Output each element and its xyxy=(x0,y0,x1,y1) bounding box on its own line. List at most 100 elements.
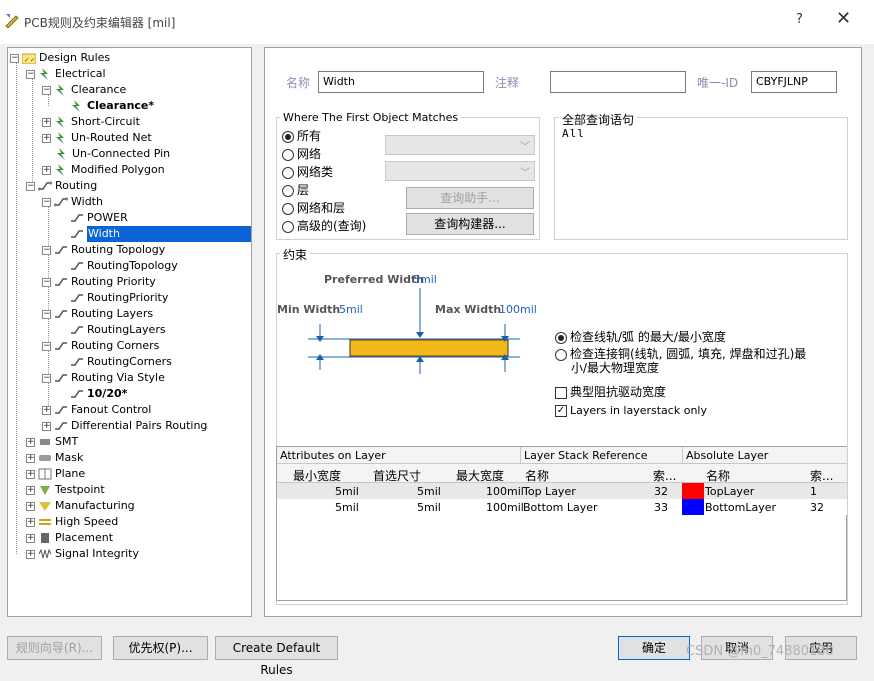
expand-icon[interactable]: + xyxy=(26,549,35,559)
tree-item-design-rules[interactable]: − ✓✓ Design Rules xyxy=(10,50,110,66)
impedance-driven-checkbox[interactable]: 典型阻抗驱动宽度 xyxy=(555,383,666,400)
tree-item-routing-via-style[interactable]: − Routing Via Style xyxy=(42,370,165,386)
tree-item-routing-priority-rule[interactable]: RoutingPriority xyxy=(70,290,168,306)
net-select[interactable]: ﹀ xyxy=(385,135,535,155)
expand-icon[interactable]: + xyxy=(42,421,51,431)
tree-item-routing-topology[interactable]: − Routing Topology xyxy=(42,242,165,258)
col-header-abs-name[interactable]: 名称 xyxy=(706,467,730,484)
priorities-button[interactable]: 优先权(P)... xyxy=(113,636,208,660)
expand-icon[interactable]: + xyxy=(42,165,51,175)
preferred-width-value[interactable]: 5mil xyxy=(413,273,437,286)
tree-item-electrical[interactable]: − Electrical xyxy=(26,66,106,82)
layers-in-stack-checkbox[interactable]: ✓ Layers in layerstack only xyxy=(555,404,707,417)
cell-preferred[interactable]: 5mil xyxy=(417,501,441,514)
tree-item-clearance-rule[interactable]: Clearance* xyxy=(70,98,154,114)
name-field[interactable]: Width xyxy=(318,71,484,93)
col-header-max-width[interactable]: 最大宽度 xyxy=(456,467,504,484)
col-header-min-width[interactable]: 最小宽度 xyxy=(293,467,341,484)
cell-max-width[interactable]: 100mil xyxy=(486,501,524,514)
ok-button[interactable]: 确定 xyxy=(618,636,690,660)
tree-item-un-connected-pin[interactable]: Un-Connected Pin xyxy=(55,146,170,162)
create-default-rules-button[interactable]: Create Default Rules xyxy=(215,636,338,677)
expand-icon[interactable]: + xyxy=(26,501,35,511)
match-option-layer[interactable]: 层 xyxy=(282,181,309,198)
collapse-icon[interactable]: − xyxy=(42,85,51,95)
match-option-net[interactable]: 网络 xyxy=(282,145,321,162)
query-helper-button[interactable]: 查询助手... xyxy=(406,187,534,209)
expand-icon[interactable]: + xyxy=(26,533,35,543)
match-option-net-and-layer[interactable]: 网络和层 xyxy=(282,199,345,216)
col-header-preferred[interactable]: 首选尺寸 xyxy=(373,467,421,484)
comment-field[interactable] xyxy=(550,71,686,93)
collapse-icon[interactable]: − xyxy=(42,341,51,351)
check-track-width-option[interactable]: 检查线轨/弧 的最大/最小宽度 xyxy=(555,328,726,345)
tree-item-mask[interactable]: + Mask xyxy=(26,450,83,466)
help-button[interactable]: ? xyxy=(796,12,803,27)
cell-min-width[interactable]: 5mil xyxy=(335,485,359,498)
match-option-net-class[interactable]: 网络类 xyxy=(282,163,333,180)
tree-item-width[interactable]: − Width xyxy=(42,194,103,210)
tree-item-routing-topology-rule[interactable]: RoutingTopology xyxy=(70,258,178,274)
tree-item-width-rule[interactable]: Width xyxy=(70,226,251,242)
tree-item-routing[interactable]: − Routing xyxy=(26,178,97,194)
query-builder-button[interactable]: 查询构建器... xyxy=(406,213,534,235)
grid-group-absolute: Absolute Layer xyxy=(683,447,847,464)
collapse-icon[interactable]: − xyxy=(42,245,51,255)
collapse-icon[interactable]: − xyxy=(42,373,51,383)
close-button[interactable]: ✕ xyxy=(836,8,851,29)
collapse-icon[interactable]: − xyxy=(42,277,51,287)
rule-icon xyxy=(72,100,80,112)
collapse-icon[interactable]: − xyxy=(26,181,35,191)
col-header-layer-index[interactable]: 索... xyxy=(653,467,676,484)
expand-icon[interactable]: + xyxy=(42,117,51,127)
collapse-icon[interactable]: − xyxy=(42,197,51,207)
match-option-all[interactable]: 所有 xyxy=(282,127,321,144)
rule-wizard-button[interactable]: 规则向导(R)... xyxy=(7,636,102,660)
match-option-advanced[interactable]: 高级的(查询) xyxy=(282,217,366,234)
expand-icon[interactable]: + xyxy=(26,453,35,463)
collapse-icon[interactable]: − xyxy=(42,309,51,319)
rules-tree[interactable]: − ✓✓ Design Rules − Electrical − Clearance C… xyxy=(7,47,252,617)
rule-icon xyxy=(71,262,83,270)
tree-item-routing-layers-rule[interactable]: RoutingLayers xyxy=(70,322,166,338)
tree-item-signal-integrity[interactable]: + Signal Integrity xyxy=(26,546,139,562)
expand-icon[interactable]: + xyxy=(26,517,35,527)
tree-item-fanout-control[interactable]: + Fanout Control xyxy=(42,402,151,418)
expand-icon[interactable]: + xyxy=(42,133,51,143)
collapse-icon[interactable]: − xyxy=(10,53,19,63)
tree-item-short-circuit[interactable]: + Short-Circuit xyxy=(42,114,140,130)
tree-item-clearance[interactable]: − Clearance xyxy=(42,82,126,98)
tree-item-routing-corners-rule[interactable]: RoutingCorners xyxy=(70,354,172,370)
expand-icon[interactable]: + xyxy=(42,405,51,415)
tree-item-via-rule[interactable]: 10/20* xyxy=(70,386,127,402)
col-header-layer-name[interactable]: 名称 xyxy=(525,467,549,484)
tree-item-manufacturing[interactable]: + Manufacturing xyxy=(26,498,135,514)
tree-item-un-routed-net[interactable]: + Un-Routed Net xyxy=(42,130,152,146)
radio-icon xyxy=(282,220,294,233)
tree-item-power[interactable]: POWER xyxy=(70,210,128,226)
tree-item-plane[interactable]: + Plane xyxy=(26,466,85,482)
expand-icon[interactable]: + xyxy=(26,469,35,479)
expand-icon[interactable]: + xyxy=(26,485,35,495)
tree-item-modified-polygon[interactable]: + Modified Polygon xyxy=(42,162,165,178)
collapse-icon[interactable]: − xyxy=(26,69,35,79)
cell-preferred[interactable]: 5mil xyxy=(417,485,441,498)
tree-item-placement[interactable]: + Placement xyxy=(26,530,113,546)
tree-item-diff-pairs[interactable]: + Differential Pairs Routing xyxy=(42,418,207,434)
checkbox-icon xyxy=(555,386,567,399)
expand-icon[interactable]: + xyxy=(26,437,35,447)
routing-via-style-icon xyxy=(55,374,67,382)
tree-item-routing-layers[interactable]: − Routing Layers xyxy=(42,306,153,322)
tree-item-high-speed[interactable]: + High Speed xyxy=(26,514,118,530)
tree-item-smt[interactable]: + SMT xyxy=(26,434,78,450)
cell-min-width[interactable]: 5mil xyxy=(335,501,359,514)
cell-max-width[interactable]: 100mil xyxy=(486,485,524,498)
unique-id-field[interactable]: CBYFJLNP xyxy=(751,71,837,93)
query-text[interactable]: All xyxy=(562,127,585,140)
tree-item-testpoint[interactable]: + Testpoint xyxy=(26,482,105,498)
tree-item-routing-priority[interactable]: − Routing Priority xyxy=(42,274,156,290)
col-header-abs-index[interactable]: 索... xyxy=(810,467,833,484)
net-class-select[interactable]: ﹀ xyxy=(385,161,535,181)
layer-color-swatch xyxy=(682,483,704,499)
tree-item-routing-corners[interactable]: − Routing Corners xyxy=(42,338,159,354)
